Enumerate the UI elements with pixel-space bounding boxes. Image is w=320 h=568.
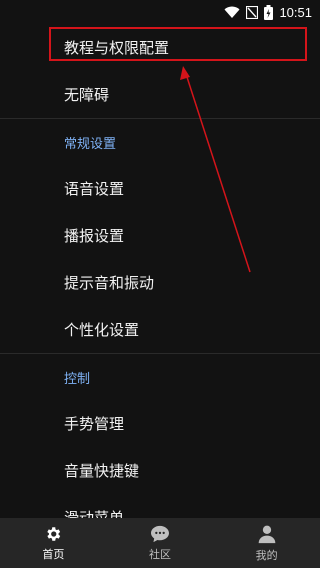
tab-profile[interactable]: 我的 [213,518,320,568]
settings-list: 教程与权限配置 无障碍 常规设置 语音设置 播报设置 提示音和振动 个性化设置 … [0,24,320,541]
menu-item-label: 教程与权限配置 [64,39,170,57]
menu-item-tutorial-permissions[interactable]: 教程与权限配置 [0,24,320,71]
menu-item-broadcast-settings[interactable]: 播报设置 [0,212,320,259]
menu-item-label: 提示音和振动 [64,274,155,292]
menu-item-label: 无障碍 [64,86,110,104]
status-time: 10:51 [279,4,312,20]
menu-item-personalization[interactable]: 个性化设置 [0,306,320,353]
battery-charging-icon [264,4,274,20]
tab-label: 社区 [149,547,171,561]
menu-item-label: 语音设置 [64,180,125,198]
tab-label: 我的 [255,548,278,562]
menu-item-gesture-management[interactable]: 手势管理 [0,400,320,447]
menu-item-label: 手势管理 [64,415,125,433]
menu-item-accessibility[interactable]: 无障碍 [0,71,320,118]
section-header-general: 常规设置 [0,119,320,165]
gear-icon [47,526,61,541]
tab-home[interactable]: 首页 [0,518,107,568]
tab-label: 首页 [42,547,65,561]
menu-item-sound-vibration[interactable]: 提示音和振动 [0,259,320,306]
menu-item-label: 音量快捷键 [64,462,140,480]
wifi-icon [224,6,240,18]
menu-item-label: 播报设置 [64,227,125,245]
chat-bubble-icon [151,525,169,542]
section-header-control: 控制 [0,354,320,400]
menu-item-voice-settings[interactable]: 语音设置 [0,165,320,212]
menu-item-volume-shortcut[interactable]: 音量快捷键 [0,447,320,494]
signal-off-icon [246,5,259,19]
menu-item-label: 个性化设置 [64,321,140,339]
tab-community[interactable]: 社区 [107,518,214,568]
bottom-navigation: 首页 社区 我的 [0,518,320,568]
status-bar: 10:51 [0,0,320,24]
section-header-label: 常规设置 [64,136,117,152]
section-header-label: 控制 [64,371,91,387]
person-icon [258,525,276,543]
